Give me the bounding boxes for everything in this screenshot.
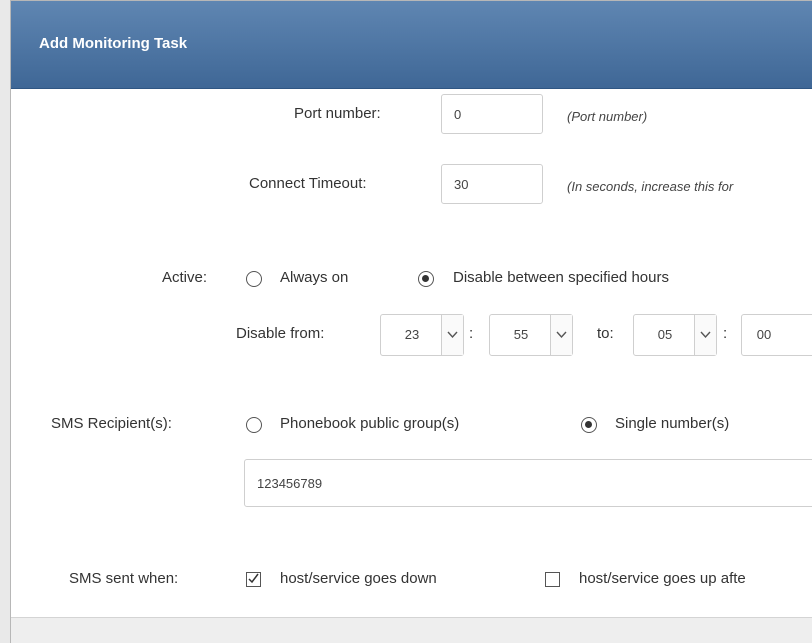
- always-on-label[interactable]: Always on: [280, 269, 348, 286]
- connect-timeout-hint: (In seconds, increase this for: [567, 179, 734, 194]
- select-value: 55: [513, 327, 529, 342]
- phonebook-group-label[interactable]: Phonebook public group(s): [280, 415, 459, 432]
- goes-down-checkbox[interactable]: [246, 572, 261, 587]
- chevron-down-icon[interactable]: [441, 315, 463, 355]
- checkmark-icon: [248, 573, 259, 584]
- sms-sent-when-label: SMS sent when:: [69, 570, 179, 587]
- connect-timeout-label: Connect Timeout:: [249, 175, 367, 192]
- single-number-radio[interactable]: [581, 417, 597, 433]
- sms-recipients-label: SMS Recipient(s):: [51, 415, 172, 432]
- port-number-hint: (Port number): [567, 109, 648, 124]
- disable-to-minute-select[interactable]: 00: [741, 314, 812, 356]
- to-label: to:: [597, 325, 614, 342]
- goes-up-label[interactable]: host/service goes up afte: [579, 570, 746, 587]
- disable-between-hours-radio[interactable]: [418, 271, 434, 287]
- goes-down-label[interactable]: host/service goes down: [280, 570, 437, 587]
- chevron-down-icon[interactable]: [694, 315, 716, 355]
- disable-from-hour-select[interactable]: 23: [380, 314, 464, 356]
- chevron-down-icon[interactable]: [550, 315, 572, 355]
- select-value: 05: [657, 327, 673, 342]
- disable-to-hour-select[interactable]: 05: [633, 314, 717, 356]
- always-on-radio[interactable]: [246, 271, 262, 287]
- select-value: 23: [404, 327, 420, 342]
- disable-between-hours-label[interactable]: Disable between specified hours: [453, 269, 669, 286]
- sms-numbers-input[interactable]: [244, 459, 812, 507]
- dialog-title: Add Monitoring Task: [39, 35, 188, 52]
- select-value: 00: [756, 327, 772, 342]
- time-separator: :: [723, 325, 728, 342]
- add-monitoring-task-dialog: Add Monitoring Task Port number: (Port n…: [10, 0, 812, 643]
- disable-from-minute-select[interactable]: 55: [489, 314, 573, 356]
- phonebook-group-radio[interactable]: [246, 417, 262, 433]
- port-number-input[interactable]: [441, 94, 543, 134]
- connect-timeout-input[interactable]: [441, 164, 543, 204]
- time-separator: :: [469, 325, 474, 342]
- goes-up-checkbox[interactable]: [545, 572, 560, 587]
- port-number-label: Port number:: [294, 105, 381, 122]
- dialog-titlebar: Add Monitoring Task: [11, 1, 812, 89]
- active-label: Active:: [162, 269, 208, 286]
- dialog-footer: [11, 617, 812, 643]
- single-number-label[interactable]: Single number(s): [615, 415, 729, 432]
- disable-from-label: Disable from:: [236, 325, 325, 342]
